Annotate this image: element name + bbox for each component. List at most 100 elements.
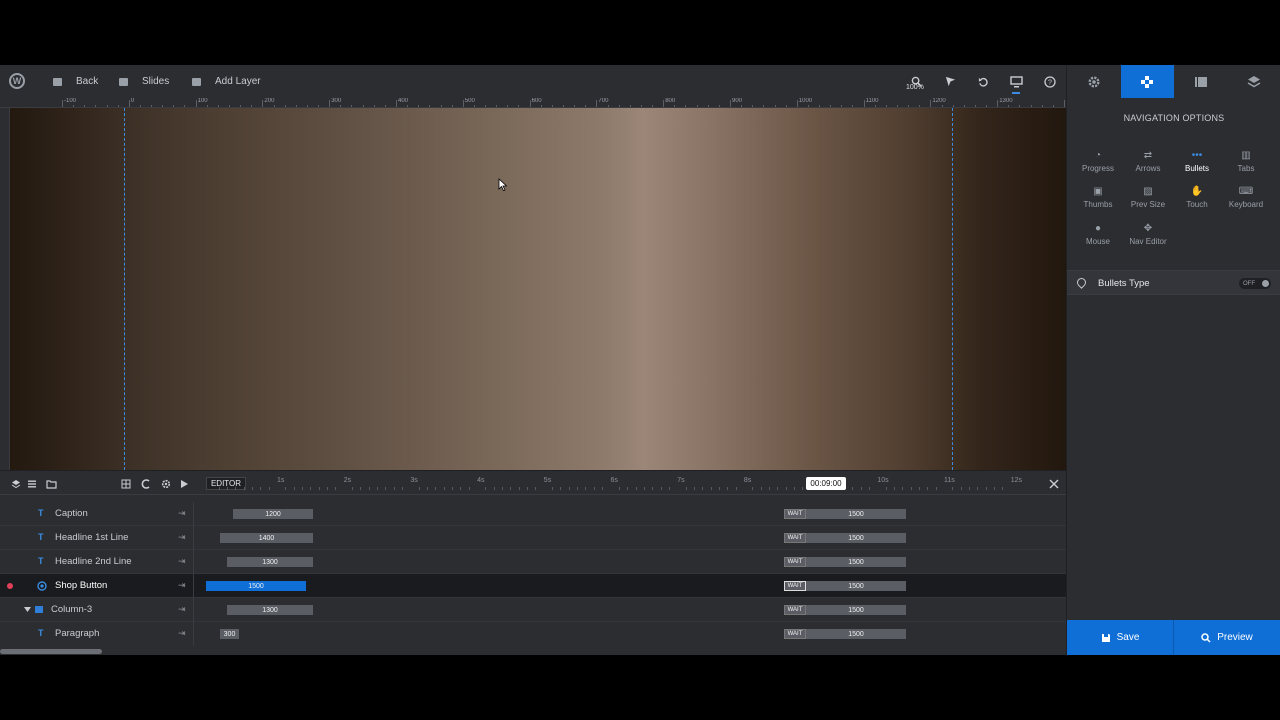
time-tick <box>585 487 587 490</box>
time-tick <box>577 487 579 490</box>
magnet-icon[interactable] <box>140 478 152 490</box>
tab-slides-media[interactable] <box>1174 65 1228 98</box>
timeline-panel: EDITOR 1s2s3s4s5s6s7s8s9s10s11s12s 00:09… <box>0 470 1066 655</box>
time-tick <box>802 487 804 490</box>
preview-button[interactable]: Preview <box>1174 620 1280 655</box>
layer-in-bar[interactable]: 1400 <box>220 533 313 543</box>
bullets-icon: ••• <box>1191 150 1203 161</box>
ruler-tick <box>396 100 397 107</box>
layer-row-shop-button[interactable]: Shop Button ⇥ 1500 WAIT 1500 <box>0 574 1066 598</box>
device-desktop-button[interactable] <box>1004 65 1028 98</box>
time-mark-label: 5s <box>543 477 552 484</box>
time-mark-label: 6s <box>610 477 618 484</box>
timeline-header: EDITOR 1s2s3s4s5s6s7s8s9s10s11s12s 00:09… <box>0 471 1066 495</box>
slide-canvas[interactable] <box>10 108 1066 470</box>
tab-settings[interactable] <box>1067 65 1121 98</box>
layer-out-bar[interactable]: 1500 <box>806 581 906 591</box>
back-button[interactable]: Back <box>53 65 98 98</box>
tab-navigation[interactable] <box>1120 65 1174 98</box>
nav-option-progress[interactable]: ◔ Progress <box>1073 149 1123 179</box>
option-label: Prev Size <box>1130 200 1166 209</box>
layer-out-bar[interactable]: 1500 <box>806 557 906 567</box>
nav-editor-icon: ✥ <box>1143 223 1153 234</box>
time-tick <box>910 487 912 490</box>
layer-end-icon[interactable]: ⇥ <box>178 508 186 519</box>
ruler-label: 900 <box>732 98 743 104</box>
tab-layers[interactable] <box>1228 65 1280 98</box>
bullets-type-section[interactable]: Bullets Type OFF <box>1067 270 1280 295</box>
nav-option-prev-size[interactable]: ▨ Prev Size <box>1123 185 1173 215</box>
layer-row-column-3[interactable]: Column-3 ⇥ 1300 WAIT 1500 <box>0 598 1066 622</box>
nav-option-mouse[interactable]: ● Mouse <box>1073 222 1123 252</box>
chevron-down-icon[interactable] <box>24 607 31 613</box>
wait-marker[interactable]: WAIT <box>784 581 806 591</box>
layer-out-bar[interactable]: 1500 <box>806 509 906 519</box>
nav-option-nav-editor[interactable]: ✥ Nav Editor <box>1123 222 1173 252</box>
row-divider <box>193 598 194 622</box>
save-button[interactable]: Save <box>1067 620 1174 655</box>
wait-marker[interactable]: WAIT <box>784 605 806 615</box>
time-tick <box>226 487 228 490</box>
list-icon[interactable] <box>26 478 38 490</box>
time-tick <box>727 487 729 490</box>
add-layer-label: Add Layer <box>215 76 261 87</box>
undo-button[interactable] <box>971 65 995 98</box>
ruler-tick <box>62 100 63 107</box>
nav-option-touch[interactable]: ✋ Touch <box>1172 185 1222 215</box>
time-tick <box>935 487 937 490</box>
time-tick <box>785 487 787 490</box>
layer-row-caption[interactable]: T Caption ⇥ 1200 WAIT 1500 <box>0 502 1066 526</box>
wait-marker[interactable]: WAIT <box>784 557 806 567</box>
layer-end-icon[interactable]: ⇥ <box>178 532 186 543</box>
layer-out-bar[interactable]: 1500 <box>806 629 906 639</box>
nav-option-bullets[interactable]: ••• Bullets <box>1172 149 1222 179</box>
layer-row-headline-1st-line[interactable]: T Headline 1st Line ⇥ 1400 WAIT 1500 <box>0 526 1066 550</box>
layer-row-headline-2nd-line[interactable]: T Headline 2nd Line ⇥ 1300 WAIT 1500 <box>0 550 1066 574</box>
grid-snap-icon[interactable] <box>120 478 132 490</box>
text-icon: T <box>38 556 44 566</box>
settings-cog-icon[interactable] <box>160 478 172 490</box>
wait-marker[interactable]: WAIT <box>784 509 806 519</box>
close-timeline-icon[interactable] <box>1046 476 1062 492</box>
layer-row-paragraph[interactable]: T Paragraph ⇥ 300 WAIT 1500 <box>0 622 1066 646</box>
nav-option-thumbs[interactable]: ▣ Thumbs <box>1073 185 1123 215</box>
layers-icon[interactable] <box>10 478 22 490</box>
layer-in-bar[interactable]: 300 <box>220 629 239 639</box>
timeline-horizontal-scrollbar[interactable] <box>0 649 102 654</box>
add-layer-button[interactable]: Add Layer <box>192 65 261 98</box>
zoom-button[interactable] <box>904 65 928 98</box>
time-mark-label: 7s <box>677 477 685 484</box>
ruler-label: 500 <box>464 98 475 104</box>
layer-end-icon[interactable]: ⇥ <box>178 556 186 567</box>
layer-end-icon[interactable]: ⇥ <box>178 628 186 639</box>
wait-marker[interactable]: WAIT <box>784 533 806 543</box>
layer-in-bar[interactable]: 1300 <box>227 605 313 615</box>
time-tick <box>593 487 595 490</box>
slides-button[interactable]: Slides <box>119 65 169 98</box>
time-tick <box>893 487 895 490</box>
help-button[interactable]: ? <box>1038 65 1062 98</box>
play-icon[interactable] <box>178 478 190 490</box>
folder-icon[interactable] <box>45 478 57 490</box>
floppy-disk-icon <box>1101 633 1110 642</box>
wordpress-logo-icon[interactable]: W <box>9 73 25 89</box>
wait-marker[interactable]: WAIT <box>784 629 806 639</box>
nav-option-arrows[interactable]: ⇄ Arrows <box>1123 149 1173 179</box>
monitor-icon <box>1009 75 1023 87</box>
layer-end-icon[interactable]: ⇥ <box>178 580 186 591</box>
layer-in-bar[interactable]: 1300 <box>227 557 313 567</box>
nav-option-keyboard[interactable]: ⌨ Keyboard <box>1221 185 1271 215</box>
nav-option-tabs[interactable]: ▥ Tabs <box>1221 149 1271 179</box>
layer-in-bar[interactable]: 1500 <box>206 581 306 591</box>
select-tool-button[interactable] <box>938 65 962 98</box>
current-time-badge[interactable]: 00:09:00 <box>806 477 846 490</box>
layer-in-bar[interactable]: 1200 <box>233 509 313 519</box>
touch-icon: ✋ <box>1190 186 1204 197</box>
ruler-tick <box>930 100 932 107</box>
layer-out-bar[interactable]: 1500 <box>806 533 906 543</box>
layer-end-icon[interactable]: ⇥ <box>178 604 186 615</box>
row-divider <box>193 550 194 574</box>
bullets-type-toggle[interactable]: OFF <box>1239 278 1271 289</box>
layer-out-bar[interactable]: 1500 <box>806 605 906 615</box>
time-tick <box>752 487 754 490</box>
